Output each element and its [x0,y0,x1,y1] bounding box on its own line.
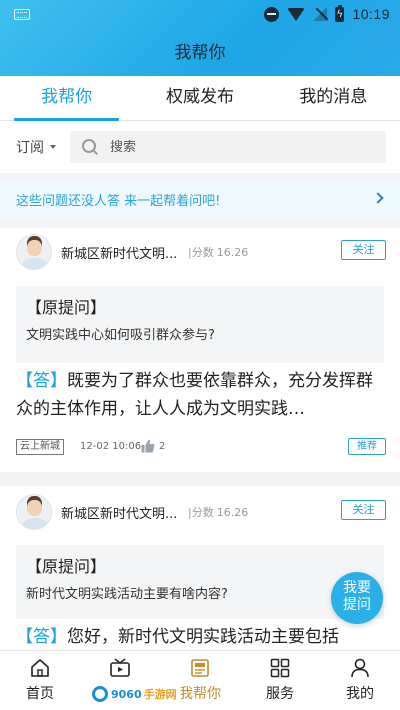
watermark-text: 9060 [111,687,142,701]
nav-mine-label: 我的 [346,686,374,702]
no-signal-icon [313,7,328,21]
post-time: 12-02 10:06 [80,441,142,452]
search-icon [82,139,98,155]
nav-services-label: 服务 [266,686,294,702]
nav-mine[interactable]: 我的 [320,651,400,710]
source-tag: 云上新城 [16,439,64,455]
video-icon [110,658,130,677]
nav-services[interactable]: 服务 [240,651,320,710]
subscribe-dropdown[interactable]: 订阅 [16,137,64,157]
search-box[interactable] [70,131,386,163]
battery-charging-icon [335,4,345,22]
grid-icon [270,658,290,678]
thumbs-up-icon[interactable] [141,439,155,453]
follow-button[interactable]: 关注 [341,240,386,260]
chevron-right-icon [372,192,384,204]
post-meta: 云上新城 12-02 10:06 2 推荐 [16,437,386,457]
keyboard-icon [14,9,30,20]
unanswered-banner[interactable]: 这些问题还没人答 来一起帮着问吧! [0,180,400,218]
divider [0,472,400,486]
home-icon [31,659,49,677]
avatar[interactable] [16,234,52,270]
watermark-ring-icon [92,686,108,702]
answer-tag: 【答】 [16,371,67,391]
score-label: 分数 [191,506,214,519]
watermark-logo: 9060 手游网 [88,683,181,705]
status-time: 10:19 [352,6,390,22]
follow-button[interactable]: 关注 [341,500,386,520]
author-name[interactable]: 新城区新时代文明... [61,243,189,262]
post-header: 新城区新时代文明... |分数 16.26 关注 [16,234,386,272]
top-tabs: 我帮你 权威发布 我的消息 [0,76,400,121]
nav-home[interactable]: 首页 [0,651,80,710]
subscribe-label: 订阅 [16,140,44,156]
original-question-text: 新时代文明实践活动主要有啥内容? [26,587,228,602]
status-icons: 10:19 [264,4,390,24]
search-input[interactable] [110,139,370,155]
post-card[interactable]: 新城区新时代文明... |分数 16.26 关注 【原提问】 新时代文明实践活动主… [0,486,400,650]
answer-text[interactable]: 【答】既要为了群众也要依靠群众，充分发挥群众的主体作用，让人人成为文明实践… [16,367,386,423]
score-value: 16.26 [216,246,249,259]
original-question-box[interactable]: 【原提问】 文明实践中心如何吸引群众参与? [16,286,384,363]
search-row: 订阅 [0,121,400,173]
original-question-label: 【原提问】 [26,557,107,576]
divider [0,218,400,228]
like-count: 2 [159,441,166,452]
avatar[interactable] [16,494,52,530]
tab-help-you[interactable]: 我帮你 [0,76,133,121]
app-screen: 10:19 我帮你 我帮你 权威发布 我的消息 订阅 这些问题还没人答 来一起帮… [0,0,400,710]
ask-question-button[interactable]: 我要 提问 [331,572,383,624]
banner-text: 这些问题还没人答 来一起帮着问吧! [16,193,221,209]
status-bar: 10:19 [0,0,400,28]
page-title: 我帮你 [174,43,226,63]
divider [0,173,400,180]
post-header: 新城区新时代文明... |分数 16.26 关注 [16,494,386,532]
score-value: 16.26 [216,506,249,519]
original-question-label: 【原提问】 [26,298,107,317]
wifi-icon [287,7,306,21]
recommend-button[interactable]: 推荐 [348,438,386,455]
tab-my-messages[interactable]: 我的消息 [267,76,400,120]
original-question-text: 文明实践中心如何吸引群众参与? [26,328,215,343]
answer-body: 您好，新时代文明实践活动主要包括 [67,627,339,647]
watermark-accent-text: 手游网 [143,688,177,701]
fab-line-1: 我要 [343,580,371,596]
score: |分数 16.26 [188,246,249,259]
header: 10:19 我帮你 [0,0,400,76]
tab-official-release[interactable]: 权威发布 [133,76,266,120]
answer-body: 既要为了群众也要依靠群众，充分发挥群众的主体作用，让人人成为文明实践… [16,371,373,419]
answer-tag: 【答】 [16,627,67,647]
caret-down-icon [50,145,56,149]
original-question-box[interactable]: 【原提问】 新时代文明实践活动主要有啥内容? [16,545,384,619]
fab-line-2: 提问 [343,597,371,613]
nav-home-label: 首页 [26,686,54,702]
answer-text[interactable]: 【答】您好，新时代文明实践活动主要包括 [16,623,386,651]
help-icon [191,659,209,677]
author-name[interactable]: 新城区新时代文明... [61,503,189,522]
score: |分数 16.26 [188,506,249,519]
bottom-nav: 首页 我帮你 服务 我的 [0,650,400,710]
score-label: 分数 [191,246,214,259]
post-card[interactable]: 新城区新时代文明... |分数 16.26 关注 【原提问】 文明实践中心如何吸引… [0,228,400,472]
person-icon [351,658,369,678]
do-not-disturb-icon [264,6,280,22]
